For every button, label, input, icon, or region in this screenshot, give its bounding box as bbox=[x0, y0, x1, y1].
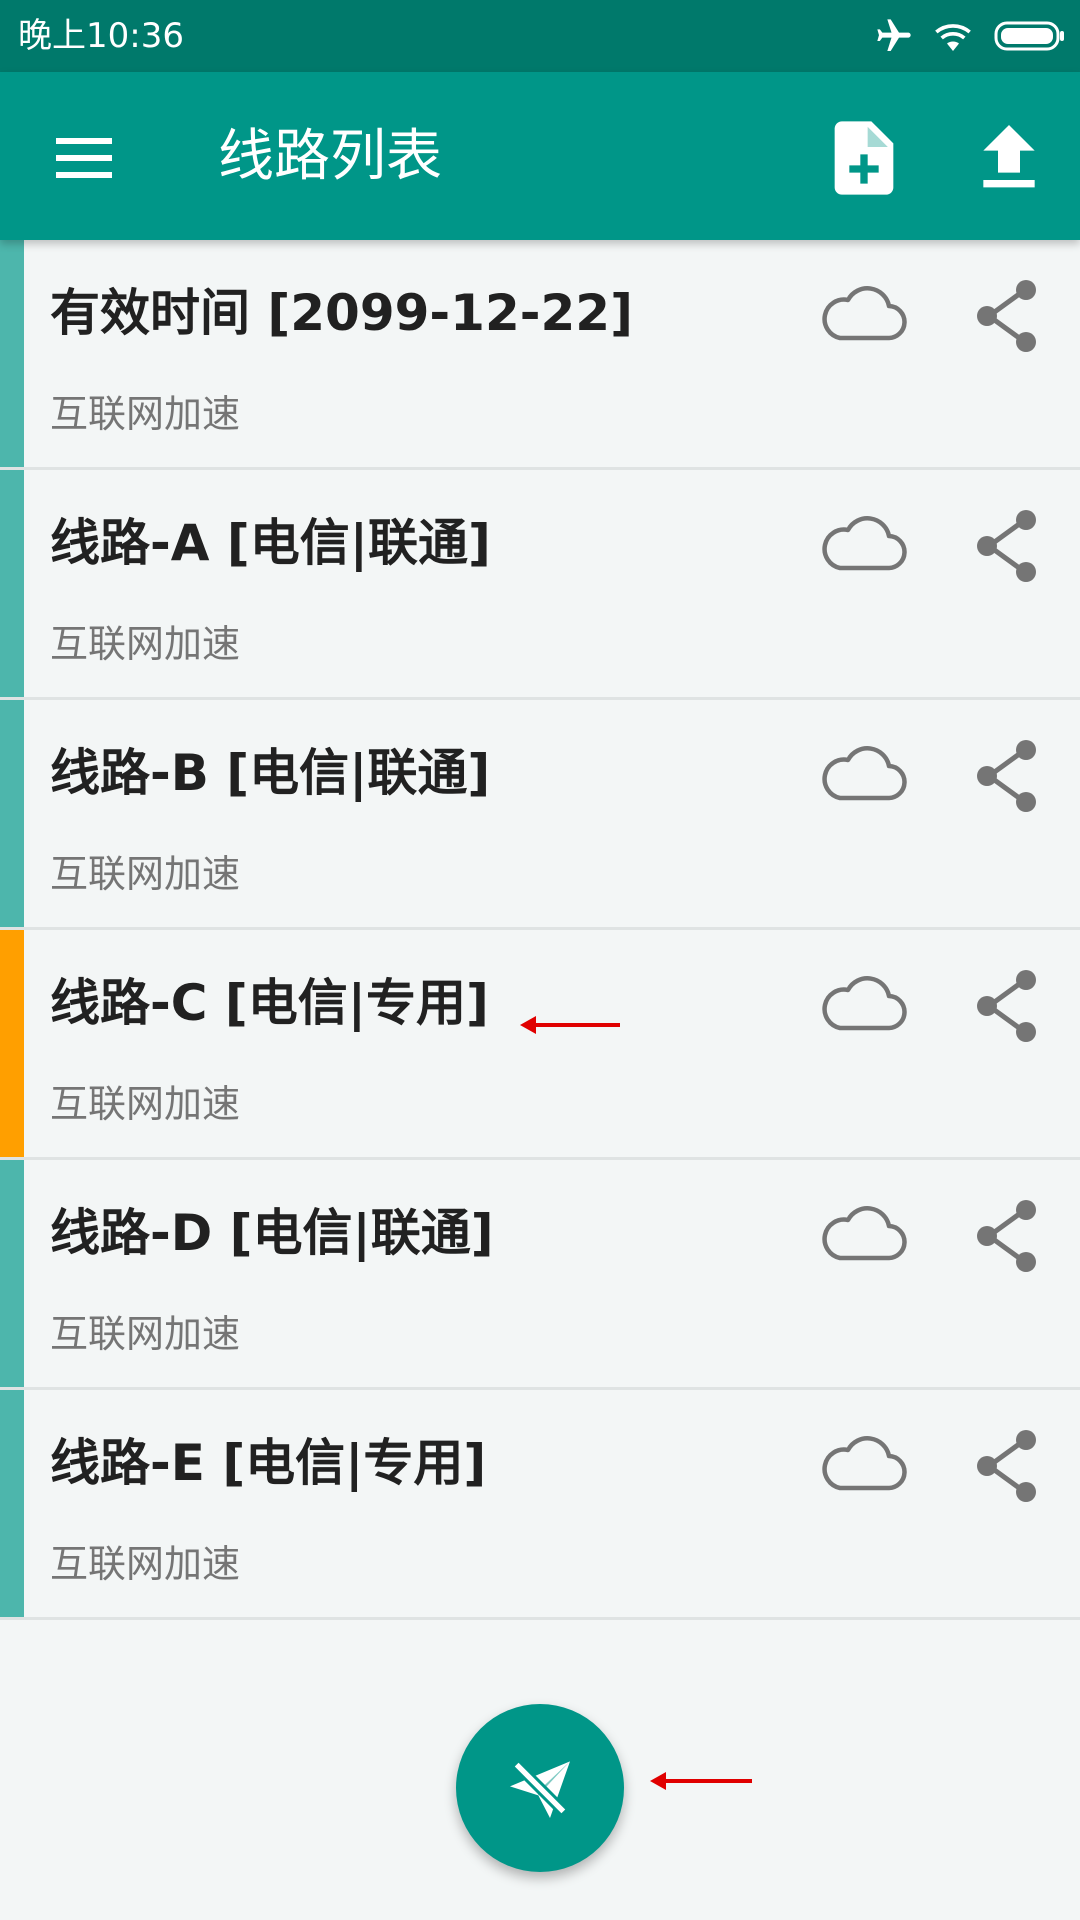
server-item[interactable]: 线路-A [电信|联通] 互联网加速 bbox=[0, 470, 1080, 700]
annotation-arrow-fab bbox=[650, 1772, 752, 1790]
server-item[interactable]: 线路-D [电信|联通] 互联网加速 bbox=[0, 1160, 1080, 1390]
cloud-button[interactable] bbox=[818, 510, 910, 580]
cloud-icon bbox=[822, 516, 907, 571]
item-indicator bbox=[0, 1390, 24, 1617]
wifi-icon bbox=[935, 24, 971, 51]
upload-icon bbox=[983, 125, 1035, 188]
server-title: 线路-C [电信|专用] bbox=[50, 974, 489, 1032]
server-title: 有效时间 [2099-12-22] bbox=[50, 284, 633, 342]
server-item[interactable]: 线路-E [电信|专用] 互联网加速 bbox=[0, 1390, 1080, 1620]
page-title: 线路列表 bbox=[218, 124, 442, 189]
battery-icon bbox=[994, 21, 1064, 51]
share-icon bbox=[977, 1200, 1036, 1272]
server-subtitle: 互联网加速 bbox=[50, 622, 241, 666]
server-subtitle: 互联网加速 bbox=[50, 1312, 241, 1356]
server-item[interactable]: 线路-B [电信|联通] 互联网加速 bbox=[0, 700, 1080, 930]
cloud-icon bbox=[822, 1436, 907, 1491]
cloud-button[interactable] bbox=[818, 740, 910, 810]
menu-button[interactable] bbox=[40, 114, 128, 202]
cloud-icon bbox=[822, 746, 907, 801]
item-indicator bbox=[0, 240, 24, 467]
item-indicator bbox=[0, 1160, 24, 1387]
cloud-icon bbox=[822, 1206, 907, 1261]
menu-icon bbox=[56, 138, 112, 178]
app-bar: 线路列表 bbox=[0, 72, 1080, 240]
upload-button[interactable] bbox=[965, 114, 1053, 202]
add-file-icon bbox=[834, 121, 894, 195]
share-button[interactable] bbox=[972, 276, 1048, 356]
cloud-button[interactable] bbox=[818, 1200, 910, 1270]
airplane-mode-icon bbox=[877, 19, 911, 51]
cloud-button[interactable] bbox=[818, 280, 910, 350]
share-button[interactable] bbox=[972, 1426, 1048, 1506]
share-icon bbox=[977, 1430, 1036, 1502]
server-title: 线路-E [电信|专用] bbox=[50, 1434, 487, 1492]
add-file-button[interactable] bbox=[820, 114, 908, 202]
share-button[interactable] bbox=[972, 966, 1048, 1046]
cloud-icon bbox=[822, 286, 907, 341]
server-subtitle: 互联网加速 bbox=[50, 392, 241, 436]
server-subtitle: 互联网加速 bbox=[50, 1082, 241, 1126]
cloud-button[interactable] bbox=[818, 1430, 910, 1500]
share-button[interactable] bbox=[972, 506, 1048, 586]
server-item[interactable]: 线路-C [电信|专用] 互联网加速 bbox=[0, 930, 1080, 1160]
server-title: 线路-B [电信|联通] bbox=[50, 744, 491, 802]
status-bar: 晚上10:36 bbox=[0, 0, 1080, 72]
share-icon bbox=[977, 970, 1036, 1042]
cloud-icon bbox=[822, 976, 907, 1031]
server-item[interactable]: 有效时间 [2099-12-22] 互联网加速 bbox=[0, 240, 1080, 470]
share-button[interactable] bbox=[972, 736, 1048, 816]
status-time: 晚上10:36 bbox=[18, 16, 184, 56]
server-subtitle: 互联网加速 bbox=[50, 852, 241, 896]
server-title: 线路-A [电信|联通] bbox=[50, 514, 491, 572]
server-list: 有效时间 [2099-12-22] 互联网加速 线路-A [电信|联通] 互联网… bbox=[0, 240, 1080, 1620]
server-title: 线路-D [电信|联通] bbox=[50, 1204, 494, 1262]
share-icon bbox=[977, 740, 1036, 812]
cloud-button[interactable] bbox=[818, 970, 910, 1040]
item-indicator bbox=[0, 700, 24, 927]
item-indicator bbox=[0, 470, 24, 697]
paper-plane-off-icon bbox=[510, 1760, 570, 1818]
share-button[interactable] bbox=[972, 1196, 1048, 1276]
share-icon bbox=[977, 280, 1036, 352]
connect-fab[interactable] bbox=[456, 1704, 624, 1872]
annotation-arrow-selected bbox=[520, 1016, 620, 1034]
server-subtitle: 互联网加速 bbox=[50, 1542, 241, 1586]
selected-indicator bbox=[0, 930, 24, 1157]
share-icon bbox=[977, 510, 1036, 582]
